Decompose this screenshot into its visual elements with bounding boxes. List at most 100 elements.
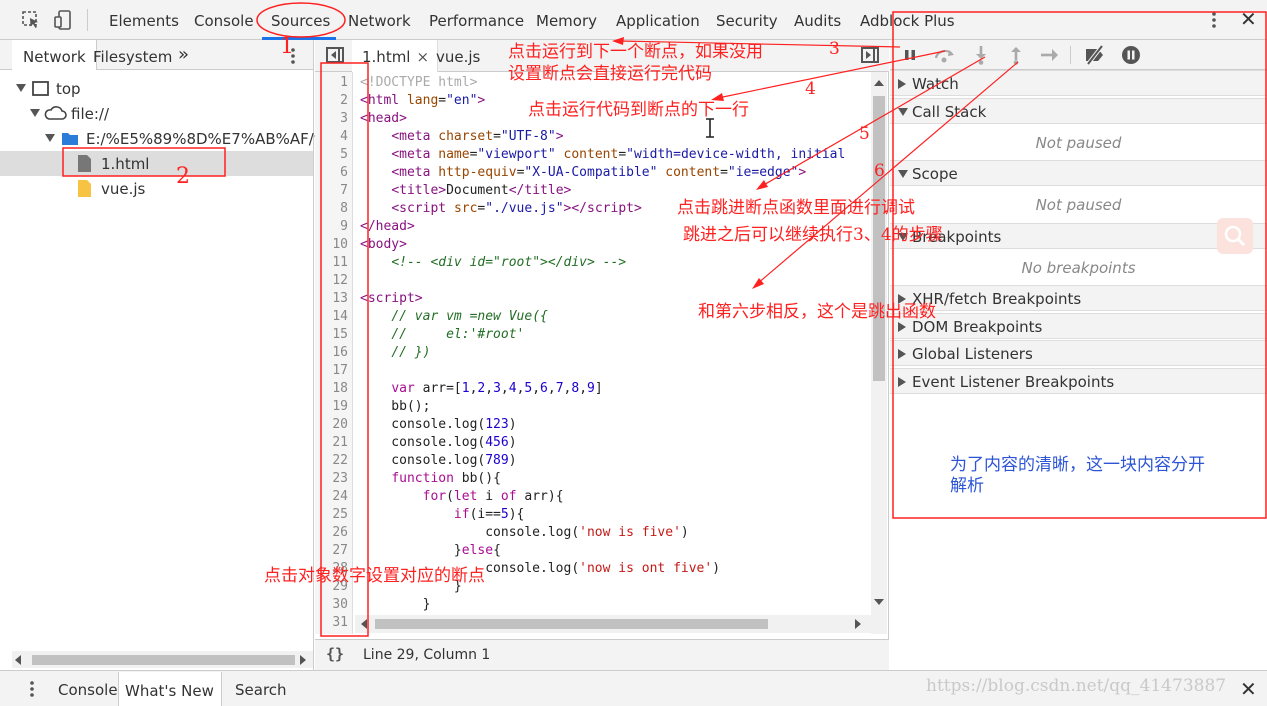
device-toolbar-icon[interactable]	[54, 10, 74, 30]
line-number[interactable]: 13	[315, 290, 352, 308]
section-breakpoints[interactable]: Breakpoints	[890, 223, 1267, 249]
step-over-icon[interactable]	[933, 44, 957, 66]
editor-tab-1-html[interactable]: 1.html ×	[352, 40, 439, 72]
inspect-element-icon[interactable]	[21, 10, 41, 30]
tab-console[interactable]: Console	[194, 12, 254, 30]
line-number[interactable]: 27	[315, 542, 352, 560]
line-number[interactable]: 6	[315, 164, 352, 182]
scroll-down-icon[interactable]	[874, 599, 884, 605]
pretty-print-button[interactable]: {}	[326, 645, 344, 663]
line-number[interactable]: 18	[315, 380, 352, 398]
section-scope[interactable]: Scope	[890, 160, 1267, 186]
toggle-debugger-icon[interactable]	[861, 47, 879, 63]
line-number[interactable]: 4	[315, 128, 352, 146]
tab-performance[interactable]: Performance	[429, 12, 524, 30]
line-number[interactable]: 19	[315, 398, 352, 416]
tree-item-folder[interactable]: E:/%E5%89%8D%E7%AB%AF/vue/	[0, 126, 347, 151]
line-number[interactable]: 3	[315, 110, 352, 128]
expand-arrow-icon[interactable]	[45, 134, 55, 142]
line-number[interactable]: 10	[315, 236, 352, 254]
tree-item-file-origin[interactable]: file://	[0, 101, 313, 126]
toggle-navigator-icon[interactable]	[326, 47, 344, 63]
more-tabs-icon[interactable]: »	[178, 44, 189, 65]
line-number[interactable]: 22	[315, 452, 352, 470]
scrollbar-thumb[interactable]	[375, 619, 768, 629]
tree-item-vue-js[interactable]: vue.js	[0, 176, 313, 201]
collapse-arrow-icon[interactable]	[898, 349, 906, 359]
expand-arrow-icon[interactable]	[898, 108, 908, 116]
scroll-right-icon[interactable]	[855, 619, 861, 629]
more-options-icon[interactable]	[1206, 10, 1222, 30]
drawer-menu-icon[interactable]	[26, 679, 38, 699]
deactivate-breakpoints-icon[interactable]	[1083, 44, 1107, 66]
close-tab-icon[interactable]: ×	[416, 48, 429, 66]
line-number[interactable]: 24	[315, 488, 352, 506]
drawer-tab-search[interactable]: Search	[235, 681, 287, 699]
line-number[interactable]: 21	[315, 434, 352, 452]
line-number[interactable]: 15	[315, 326, 352, 344]
drawer-tab-whats-new[interactable]: What's New	[118, 672, 222, 706]
line-number[interactable]: 1	[315, 74, 352, 92]
editor-horizontal-scrollbar[interactable]	[355, 615, 871, 633]
nav-tab-network[interactable]: Network	[12, 40, 97, 70]
line-number[interactable]: 2	[315, 92, 352, 110]
close-devtools-icon[interactable]: ✕	[1240, 9, 1257, 29]
editor-vertical-scrollbar[interactable]	[871, 72, 887, 634]
tab-audits[interactable]: Audits	[794, 12, 841, 30]
floating-search-button[interactable]	[1217, 218, 1253, 254]
section-global-listeners[interactable]: Global Listeners	[890, 340, 1267, 366]
pause-resume-icon[interactable]	[898, 44, 922, 66]
pause-on-exceptions-icon[interactable]	[1119, 44, 1143, 66]
section-watch[interactable]: Watch	[890, 70, 1267, 96]
scroll-up-icon[interactable]	[874, 80, 884, 86]
line-number[interactable]: 16	[315, 344, 352, 362]
tab-elements[interactable]: Elements	[109, 12, 179, 30]
tree-item-top[interactable]: top	[0, 76, 313, 101]
drawer-tab-console[interactable]: Console	[58, 681, 118, 699]
line-number[interactable]: 5	[315, 146, 352, 164]
editor-tab-vue-js[interactable]: vue.js	[436, 48, 480, 66]
line-number[interactable]: 30	[315, 596, 352, 614]
step-out-icon[interactable]	[1004, 44, 1028, 66]
scroll-left-icon[interactable]	[15, 655, 21, 665]
line-number[interactable]: 12	[315, 272, 352, 290]
section-call-stack[interactable]: Call Stack	[890, 98, 1267, 124]
scroll-right-icon[interactable]	[300, 655, 306, 665]
code-area[interactable]: 1 2 3 4 5 6 7 8 9 10 11 12 13 14 15 16 17 18 19 20 21 22 23 24 2…	[315, 72, 873, 634]
tab-sources[interactable]: Sources	[271, 12, 330, 30]
tab-memory[interactable]: Memory	[536, 12, 597, 30]
line-number[interactable]: 7	[315, 182, 352, 200]
line-number[interactable]: 8	[315, 200, 352, 218]
line-number[interactable]: 25	[315, 506, 352, 524]
scrollbar-thumb[interactable]	[32, 655, 295, 665]
scroll-left-icon[interactable]	[361, 619, 367, 629]
tab-application[interactable]: Application	[616, 12, 700, 30]
collapse-arrow-icon[interactable]	[898, 322, 906, 332]
line-number[interactable]: 9	[315, 218, 352, 236]
expand-arrow-icon[interactable]	[16, 84, 26, 92]
step-into-icon[interactable]	[969, 44, 993, 66]
close-drawer-icon[interactable]: ✕	[1240, 677, 1257, 701]
tab-network[interactable]: Network	[348, 12, 411, 30]
nav-tab-filesystem[interactable]: Filesystem	[93, 48, 172, 66]
line-number[interactable]: 17	[315, 362, 352, 380]
navigator-horizontal-scrollbar[interactable]	[12, 651, 313, 668]
section-xhr-breakpoints[interactable]: XHR/fetch Breakpoints	[890, 285, 1267, 311]
line-number[interactable]: 23	[315, 470, 352, 488]
tab-adblock-plus[interactable]: Adblock Plus	[860, 12, 955, 30]
expand-arrow-icon[interactable]	[898, 170, 908, 178]
tree-item-1-html[interactable]: 1.html	[0, 151, 313, 176]
expand-arrow-icon[interactable]	[30, 109, 40, 117]
line-number[interactable]: 14	[315, 308, 352, 326]
line-number[interactable]: 11	[315, 254, 352, 272]
section-dom-breakpoints[interactable]: DOM Breakpoints	[890, 313, 1267, 339]
collapse-arrow-icon[interactable]	[898, 79, 906, 89]
line-number[interactable]: 31	[315, 614, 352, 632]
line-number-gutter[interactable]: 1 2 3 4 5 6 7 8 9 10 11 12 13 14 15 16 17 18 19 20 21 22 23 24 2…	[315, 72, 353, 634]
tab-security[interactable]: Security	[716, 12, 778, 30]
step-icon[interactable]	[1038, 44, 1062, 66]
line-number[interactable]: 20	[315, 416, 352, 434]
section-event-listener-breakpoints[interactable]: Event Listener Breakpoints	[890, 368, 1267, 394]
line-number[interactable]: 26	[315, 524, 352, 542]
collapse-arrow-icon[interactable]	[898, 377, 906, 387]
